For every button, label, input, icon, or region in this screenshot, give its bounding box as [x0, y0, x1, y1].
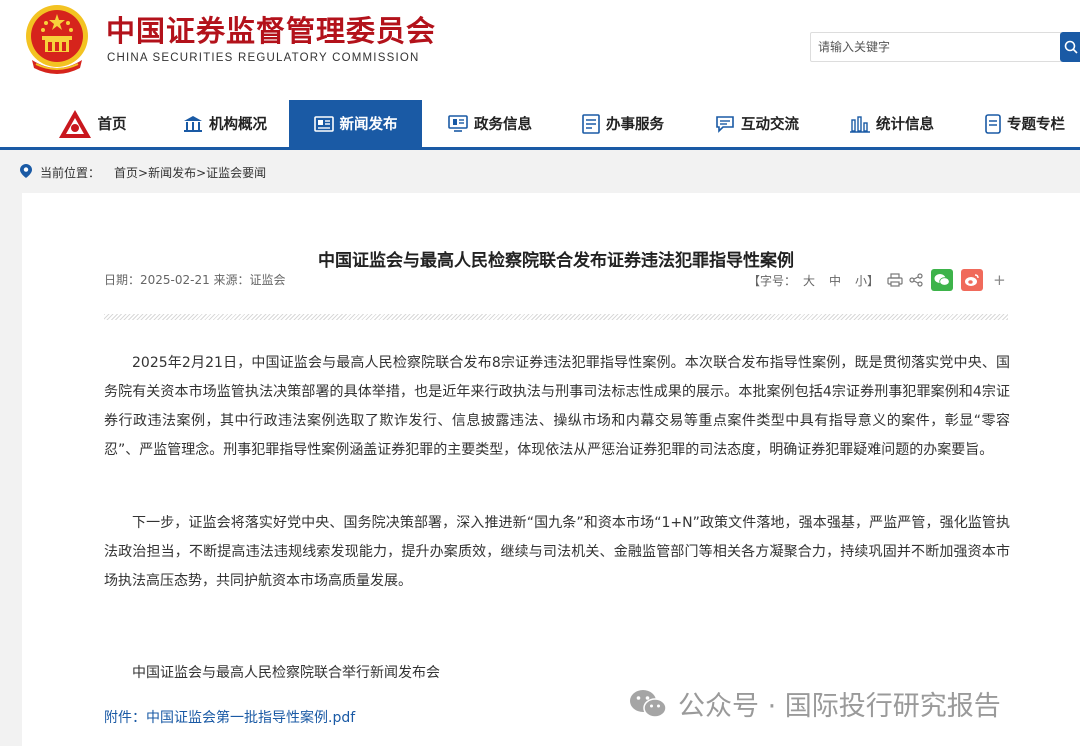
nav-item-statistics[interactable]: 统计信息: [842, 100, 942, 147]
article-signature: 中国证监会与最高人民检察院联合举行新闻发布会: [132, 665, 440, 681]
breadcrumb-path[interactable]: 首页>新闻发布>证监会要闻: [114, 164, 266, 181]
nav-item-label: 新闻发布: [339, 117, 398, 133]
share-icon[interactable]: [909, 273, 923, 287]
nav-item-label: 统计信息: [876, 117, 934, 133]
nav-item-label: 政务信息: [474, 117, 532, 133]
weibo-share-icon[interactable]: [961, 269, 984, 291]
location-pin-icon: [20, 164, 32, 181]
main-nav: 首页 机构概况 新闻发布 政务信息 办事服务 互动交流 统计信息 专题专栏: [0, 100, 1080, 150]
site-title: 中国证券监督管理委员会: [106, 14, 437, 48]
watermark-text: 公众号 · 国际投行研究报告: [678, 691, 1001, 722]
nav-item-gov-info[interactable]: 政务信息: [440, 100, 540, 147]
nav-item-about[interactable]: 机构概况: [175, 100, 275, 147]
article-meta: 日期：2025-02-21 来源：证监会: [104, 273, 286, 287]
search-box: [810, 32, 1062, 62]
article-tools: 【字号： 大 中 小】 +: [748, 268, 1006, 292]
news-icon: [313, 115, 334, 132]
search-button[interactable]: [1060, 32, 1080, 62]
search-input[interactable]: [811, 33, 1061, 61]
nav-item-news[interactable]: 新闻发布: [289, 100, 422, 147]
font-size-medium-button[interactable]: 中: [829, 272, 841, 289]
site-header: 中国证券监督管理委员会 CHINA SECURITIES REGULATORY …: [0, 0, 1080, 100]
nav-item-label: 办事服务: [606, 117, 664, 133]
nav-item-interaction[interactable]: 互动交流: [707, 100, 807, 147]
nav-item-label: 互动交流: [741, 117, 799, 133]
font-size-label: 【字号：: [748, 273, 797, 288]
breadcrumb: 当前位置： 首页>新闻发布>证监会要闻: [20, 164, 266, 181]
nav-item-special[interactable]: 专题专栏: [975, 100, 1075, 147]
attachment-link[interactable]: 附件：中国证监会第一批指导性案例.pdf: [104, 707, 355, 727]
wechat-icon: [628, 688, 668, 720]
building-icon: [183, 115, 203, 133]
home-icon: [58, 109, 92, 139]
monitor-icon: [448, 114, 468, 133]
article-paragraph: 下一步，证监会将落实好党中央、国务院决策部署，深入推进新“国九条”和资本市场“1…: [104, 515, 1010, 589]
print-icon[interactable]: [887, 273, 903, 287]
breadcrumb-label: 当前位置：: [40, 166, 101, 180]
font-size-small-button[interactable]: 小】: [855, 272, 879, 289]
watermark: 公众号 · 国际投行研究报告: [628, 684, 1001, 723]
article-paragraph: 2025年2月21日，中国证监会与最高人民检察院联合发布8宗证券违法犯罪指导性案…: [104, 355, 1010, 458]
list-icon: [582, 113, 600, 134]
site-subtitle: CHINA SECURITIES REGULATORY COMMISSION: [107, 52, 420, 64]
article-divider: [104, 314, 1008, 320]
search-icon: [1064, 40, 1078, 54]
nav-item-home[interactable]: 首页: [52, 100, 132, 147]
nav-item-label: 首页: [97, 117, 127, 133]
wechat-share-icon[interactable]: [931, 269, 954, 291]
nav-item-services[interactable]: 办事服务: [573, 100, 673, 147]
nav-item-label: 专题专栏: [1007, 117, 1065, 133]
bar-chart-icon: [850, 115, 870, 133]
national-emblem-icon[interactable]: [22, 2, 92, 78]
font-size-large-button[interactable]: 大: [803, 272, 815, 289]
nav-item-label: 机构概况: [209, 117, 267, 133]
document-icon: [985, 113, 1001, 134]
more-share-icon[interactable]: +: [993, 271, 1006, 289]
chat-icon: [715, 115, 735, 133]
